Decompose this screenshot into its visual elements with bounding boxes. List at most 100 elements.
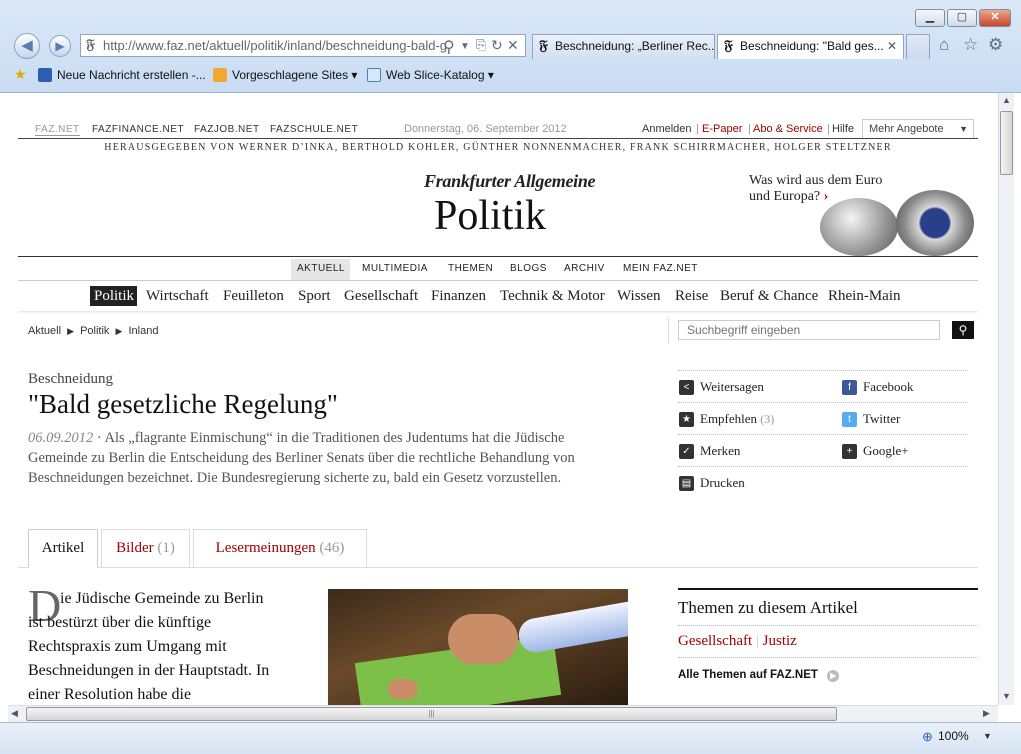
- theme-justiz[interactable]: Justiz: [763, 633, 797, 649]
- share-twitter[interactable]: Twitter: [863, 411, 900, 427]
- star-icon: ★: [679, 412, 694, 427]
- horizontal-scroll-thumb[interactable]: |||: [26, 707, 837, 721]
- fav-suggested-sites[interactable]: Vorgeschlagene Sites ▾: [232, 68, 357, 82]
- section-beruf-chance[interactable]: Beruf & Chance: [720, 288, 818, 305]
- nav-archiv[interactable]: ARCHIV: [564, 263, 605, 274]
- favorites-star-icon[interactable]: ☆: [963, 35, 978, 55]
- section-wissen[interactable]: Wissen: [617, 288, 661, 305]
- tab-bilder[interactable]: Bilder (1): [101, 529, 190, 567]
- section-wirtschaft[interactable]: Wirtschaft: [146, 288, 209, 305]
- scroll-right-icon[interactable]: ▶: [983, 708, 990, 719]
- chevron-right-icon: ▶: [115, 326, 123, 336]
- checkmark-icon: ✓: [679, 444, 694, 459]
- divider: |: [827, 123, 830, 135]
- section-sport[interactable]: Sport: [298, 288, 331, 305]
- tab-title: Beschneidung: "Bald ges...: [740, 39, 884, 53]
- login-link[interactable]: Anmelden: [642, 123, 692, 135]
- nav-themen[interactable]: THEMEN: [448, 263, 493, 274]
- compatibility-icon[interactable]: ⎘: [476, 37, 486, 53]
- section-feuilleton[interactable]: Feuilleton: [223, 288, 284, 305]
- forward-arrow-icon: ▶: [55, 39, 65, 53]
- fav-new-message[interactable]: Neue Nachricht erstellen -...: [57, 68, 206, 82]
- back-arrow-icon: ◀: [21, 37, 33, 54]
- body-line: einer Resolution habe die: [28, 686, 192, 703]
- tab-artikel-label: Artikel: [41, 540, 85, 556]
- toplink-fazfinance[interactable]: FAZFINANCE.NET: [92, 124, 184, 135]
- divider: |: [748, 123, 751, 135]
- abo-link[interactable]: Abo & Service: [753, 123, 823, 135]
- section-gesellschaft[interactable]: Gesellschaft: [344, 288, 418, 305]
- epaper-link[interactable]: E-Paper: [702, 123, 742, 135]
- share-icon: <: [679, 380, 694, 395]
- share-merken[interactable]: Merken: [700, 443, 740, 459]
- horizontal-scrollbar[interactable]: ◀ ||| ▶: [8, 705, 998, 722]
- forward-button[interactable]: ▶: [49, 35, 71, 57]
- facebook-icon: f: [842, 380, 857, 395]
- refresh-icon[interactable]: ↻: [491, 37, 503, 54]
- theme-gesellschaft[interactable]: Gesellschaft: [678, 633, 752, 649]
- new-tab-button[interactable]: [906, 34, 930, 59]
- divider: |: [755, 633, 759, 649]
- search-input[interactable]: [678, 320, 940, 340]
- tab-lesermeinungen-count: (46): [319, 540, 345, 556]
- minimize-button[interactable]: ▁: [915, 9, 945, 27]
- article-image[interactable]: [328, 589, 628, 705]
- scroll-left-icon[interactable]: ◀: [11, 708, 18, 719]
- scroll-up-icon[interactable]: ▲: [1002, 95, 1011, 105]
- dropdown-arrow-icon[interactable]: ▼: [460, 41, 470, 52]
- toplink-fazschule[interactable]: FAZSCHULE.NET: [270, 124, 358, 135]
- all-themes-label: Alle Themen auf FAZ.NET: [678, 669, 818, 681]
- toplink-fazjob[interactable]: FAZJOB.NET: [194, 124, 260, 135]
- section-technik-motor[interactable]: Technik & Motor: [500, 288, 605, 305]
- tab-bald[interactable]: 𝔉 Beschneidung: "Bald ges... ✕: [717, 34, 904, 59]
- promo-line2: und Europa?: [749, 189, 821, 204]
- section-reise[interactable]: Reise: [675, 288, 708, 305]
- nav-mein-faz[interactable]: MEIN FAZ.NET: [623, 263, 698, 274]
- breadcrumb-politik[interactable]: Politik: [80, 325, 109, 337]
- share-drucken[interactable]: Drucken: [700, 475, 745, 491]
- scroll-down-icon[interactable]: ▼: [1002, 691, 1011, 701]
- search-button[interactable]: ⚲: [952, 321, 974, 339]
- tab-berliner[interactable]: 𝔉 Beschneidung: „Berliner Rec...: [532, 34, 715, 59]
- maximize-button[interactable]: ▢: [947, 9, 977, 27]
- chevron-right-icon: ▶: [67, 326, 75, 336]
- faz-logo[interactable]: Frankfurter Allgemeine: [424, 171, 596, 192]
- section-rhein-main[interactable]: Rhein-Main: [828, 288, 901, 305]
- suggested-sites-icon: [213, 68, 227, 82]
- section-politik[interactable]: Politik: [94, 288, 134, 305]
- gear-icon[interactable]: ⚙: [988, 35, 1003, 55]
- more-offers-select[interactable]: Mehr Angebote ▼: [862, 119, 974, 139]
- vertical-scrollbar[interactable]: ▲ ▼: [998, 93, 1014, 705]
- home-icon[interactable]: ⌂: [939, 35, 949, 55]
- browser-chrome: ▁ ▢ ✕ ◀ ▶ 𝔉 http://www.faz.net/aktuell/p…: [0, 0, 1021, 93]
- tab-artikel[interactable]: Artikel: [28, 529, 98, 568]
- body-line: ie Jüdische Gemeinde zu Berlin: [60, 590, 264, 607]
- tab-lesermeinungen[interactable]: Lesermeinungen (46): [193, 529, 367, 567]
- faz-favicon-icon: 𝔉: [539, 39, 548, 54]
- zoom-level[interactable]: 100%: [938, 729, 969, 743]
- tab-close-icon[interactable]: ✕: [887, 35, 897, 58]
- vertical-scroll-thumb[interactable]: [1000, 111, 1013, 175]
- search-icon[interactable]: ⚲: [443, 37, 455, 57]
- share-empfehlen[interactable]: Empfehlen (3): [700, 411, 774, 427]
- back-button[interactable]: ◀: [14, 33, 40, 59]
- nav-blogs[interactable]: BLOGS: [510, 263, 547, 274]
- close-window-button[interactable]: ✕: [979, 9, 1011, 27]
- zoom-icon[interactable]: ⊕: [922, 729, 933, 745]
- breadcrumb-inland[interactable]: Inland: [128, 325, 158, 337]
- help-link[interactable]: Hilfe: [832, 123, 854, 135]
- stop-icon[interactable]: ✕: [507, 37, 519, 54]
- section-finanzen[interactable]: Finanzen: [431, 288, 486, 305]
- toplink-faznet[interactable]: FAZ.NET: [35, 124, 80, 136]
- share-facebook[interactable]: Facebook: [863, 379, 914, 395]
- coin-image: [820, 198, 898, 256]
- share-google-plus[interactable]: Google+: [863, 443, 909, 459]
- all-themes-link[interactable]: Alle Themen auf FAZ.NET ▶: [678, 669, 840, 682]
- chevron-down-icon[interactable]: ▼: [983, 731, 992, 741]
- favorites-icon[interactable]: ★: [14, 66, 27, 83]
- nav-multimedia[interactable]: MULTIMEDIA: [362, 263, 428, 274]
- nav-aktuell[interactable]: AKTUELL: [297, 263, 345, 274]
- fav-web-slice[interactable]: Web Slice-Katalog ▾: [386, 68, 494, 82]
- breadcrumb-aktuell[interactable]: Aktuell: [28, 325, 61, 337]
- share-weitersagen[interactable]: Weitersagen: [700, 379, 764, 395]
